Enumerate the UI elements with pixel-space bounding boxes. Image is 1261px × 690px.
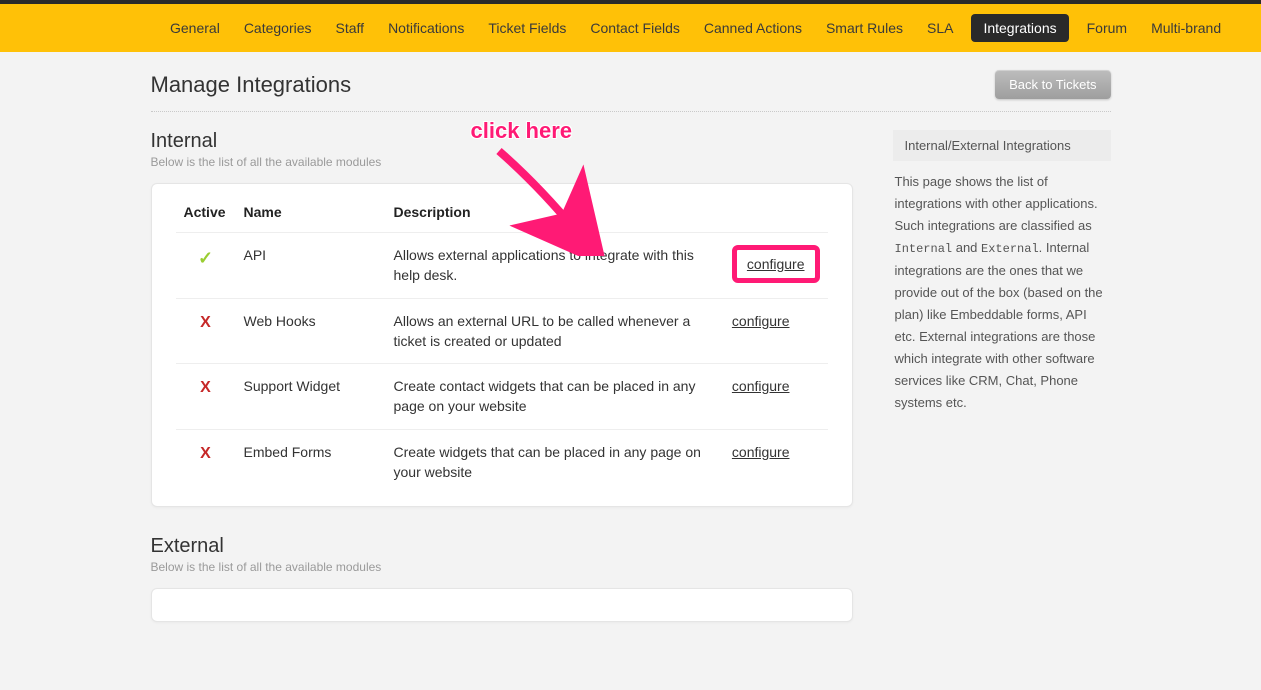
configure-link[interactable]: configure bbox=[732, 378, 790, 394]
inactive-cross-icon: X bbox=[176, 364, 236, 430]
nav-item-forum[interactable]: Forum bbox=[1075, 6, 1139, 50]
page-header: Manage Integrations Back to Tickets bbox=[151, 70, 1111, 112]
nav-item-ticket-fields[interactable]: Ticket Fields bbox=[476, 6, 578, 50]
configure-cell: configure bbox=[724, 364, 828, 430]
table-row: XWeb HooksAllows an external URL to be c… bbox=[176, 298, 828, 364]
sidebar-mono-internal: Internal bbox=[895, 242, 953, 256]
external-section-title: External bbox=[151, 535, 853, 558]
sidebar-text: . Internal integrations are the ones tha… bbox=[895, 240, 1103, 410]
nav-item-categories[interactable]: Categories bbox=[232, 6, 324, 50]
integration-name: API bbox=[236, 233, 386, 299]
nav-item-multi-brand[interactable]: Multi-brand bbox=[1139, 6, 1233, 50]
internal-section-title: Internal bbox=[151, 130, 853, 153]
table-row: XEmbed FormsCreate widgets that can be p… bbox=[176, 429, 828, 494]
nav-item-general[interactable]: General bbox=[158, 6, 232, 50]
internal-table: Active Name Description ✓APIAllows exter… bbox=[176, 204, 828, 494]
integration-description: Create contact widgets that can be place… bbox=[386, 364, 724, 430]
integration-name: Support Widget bbox=[236, 364, 386, 430]
col-header-active: Active bbox=[176, 204, 236, 233]
sidebar-body: This page shows the list of integrations… bbox=[893, 171, 1111, 414]
integration-name: Embed Forms bbox=[236, 429, 386, 494]
configure-link[interactable]: configure bbox=[732, 444, 790, 460]
sidebar-text: This page shows the list of integrations… bbox=[895, 174, 1098, 233]
table-row: ✓APIAllows external applications to inte… bbox=[176, 233, 828, 299]
inactive-cross-icon: X bbox=[176, 429, 236, 494]
main-nav: GeneralCategoriesStaffNotificationsTicke… bbox=[0, 4, 1261, 52]
nav-item-contact-fields[interactable]: Contact Fields bbox=[578, 6, 691, 50]
integration-description: Allows external applications to integrat… bbox=[386, 233, 724, 299]
back-to-tickets-button[interactable]: Back to Tickets bbox=[995, 70, 1110, 99]
sidebar-title: Internal/External Integrations bbox=[893, 130, 1111, 161]
integration-description: Create widgets that can be placed in any… bbox=[386, 429, 724, 494]
col-header-description: Description bbox=[386, 204, 724, 233]
active-check-icon: ✓ bbox=[176, 233, 236, 299]
col-header-action bbox=[724, 204, 828, 233]
col-header-name: Name bbox=[236, 204, 386, 233]
nav-item-staff[interactable]: Staff bbox=[324, 6, 377, 50]
table-row: XSupport WidgetCreate contact widgets th… bbox=[176, 364, 828, 430]
configure-link[interactable]: configure bbox=[747, 256, 805, 272]
sidebar-mono-external: External bbox=[981, 242, 1039, 256]
nav-item-integrations[interactable]: Integrations bbox=[971, 14, 1068, 42]
configure-cell: configure bbox=[724, 429, 828, 494]
integration-description: Allows an external URL to be called when… bbox=[386, 298, 724, 364]
configure-cell: configure bbox=[724, 233, 828, 299]
nav-item-sla[interactable]: SLA bbox=[915, 6, 965, 50]
integration-name: Web Hooks bbox=[236, 298, 386, 364]
external-card bbox=[151, 588, 853, 622]
configure-cell: configure bbox=[724, 298, 828, 364]
internal-card: Active Name Description ✓APIAllows exter… bbox=[151, 183, 853, 507]
external-section-subtitle: Below is the list of all the available m… bbox=[151, 560, 853, 574]
sidebar-text: and bbox=[952, 240, 981, 255]
nav-item-smart-rules[interactable]: Smart Rules bbox=[814, 6, 915, 50]
page-title: Manage Integrations bbox=[151, 72, 352, 98]
nav-item-canned-actions[interactable]: Canned Actions bbox=[692, 6, 814, 50]
highlight-box: configure bbox=[732, 245, 820, 283]
nav-item-notifications[interactable]: Notifications bbox=[376, 6, 476, 50]
inactive-cross-icon: X bbox=[176, 298, 236, 364]
configure-link[interactable]: configure bbox=[732, 313, 790, 329]
internal-section-subtitle: Below is the list of all the available m… bbox=[151, 155, 853, 169]
